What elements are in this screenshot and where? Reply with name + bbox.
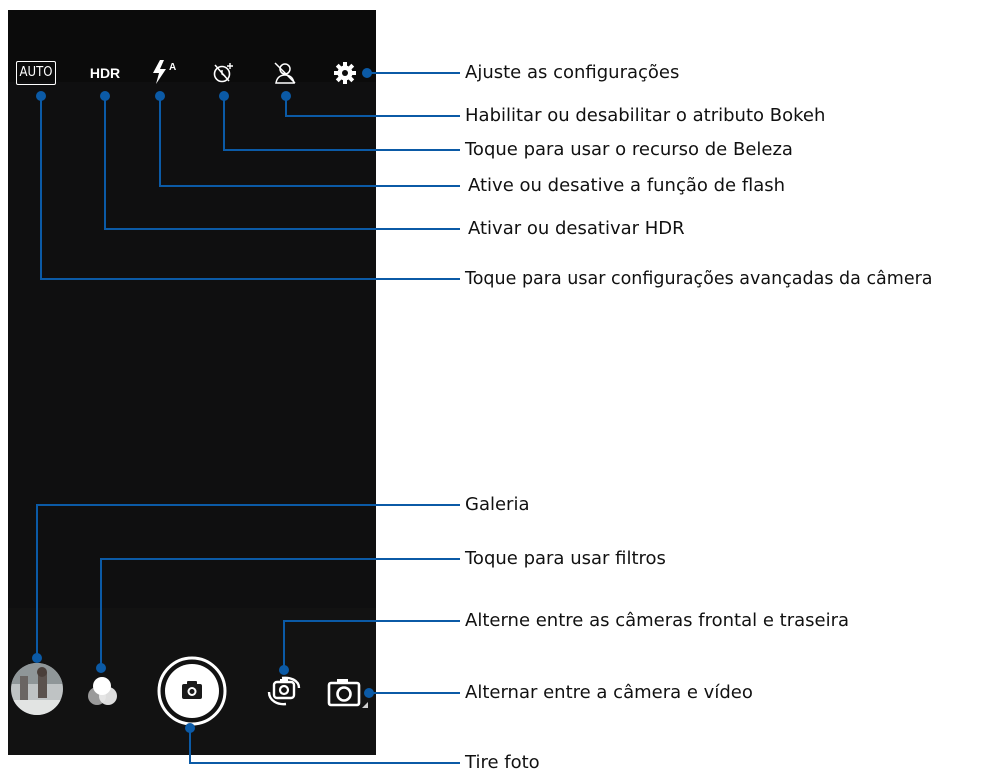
callout-gallery: Galeria xyxy=(465,494,530,515)
callout-settings: Ajuste as configurações xyxy=(465,62,680,83)
callout-camera-video: Alternar entre a câmera e vídeo xyxy=(465,682,753,703)
callout-flash: Ative ou desative a função de flash xyxy=(468,175,786,196)
callout-hdr: Ativar ou desativar HDR xyxy=(468,218,685,239)
callout-beauty: Toque para usar o recurso de Beleza xyxy=(465,139,793,160)
callout-switch-camera: Alterne entre as câmeras frontal e trase… xyxy=(465,610,850,631)
callout-bokeh: Habilitar ou desabilitar o atributo Boke… xyxy=(465,105,826,126)
callout-filters: Toque para usar filtros xyxy=(465,548,666,569)
callout-advanced: Toque para usar configurações avançadas … xyxy=(465,269,933,289)
